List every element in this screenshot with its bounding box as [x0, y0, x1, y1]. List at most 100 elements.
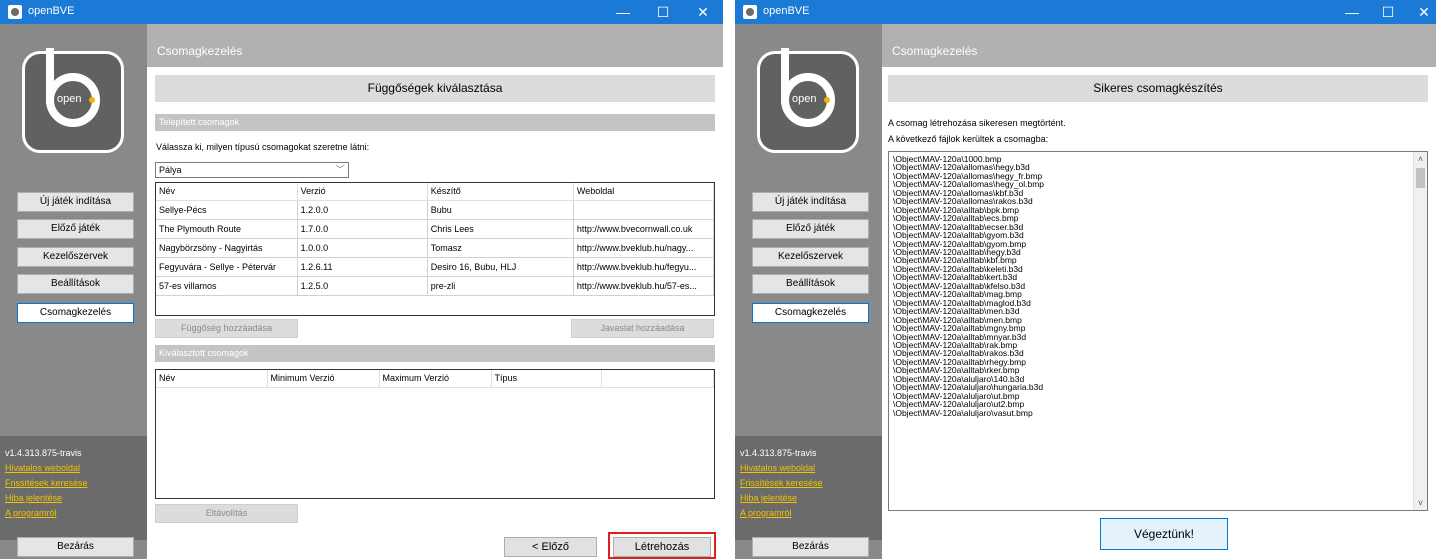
section-title: Függőségek kiválasztása	[155, 75, 715, 102]
table-row[interactable]: Nagybörzsöny - Nagyirtás 1.0.0.0 Tomasz …	[156, 238, 714, 258]
window-title: openBVE	[28, 5, 75, 17]
sidebar: open Új játék indítása Előző játék Kezel…	[0, 24, 147, 559]
header-bar: Csomagkezelés	[147, 24, 723, 67]
col-header-max-version[interactable]: Maximum Verzió	[379, 370, 492, 388]
sidebar-info: v1.4.313.875-travis Hivatalos weboldal F…	[735, 436, 882, 540]
official-website-link[interactable]: Hivatalos weboldal	[5, 463, 80, 473]
success-message: A csomag létrehozása sikeresen megtörtén…	[888, 118, 1066, 128]
logo-dot	[824, 97, 830, 103]
cell-author: Chris Lees	[427, 219, 574, 239]
main-content: Csomagkezelés Sikeres csomagkészítés A c…	[882, 24, 1436, 559]
col-header-name[interactable]: Név	[156, 370, 268, 388]
openbve-logo: open	[757, 48, 859, 153]
col-header-name[interactable]: Név	[156, 183, 298, 201]
remove-button[interactable]: Eltávolítás	[155, 504, 298, 523]
cell-website: http://www.bvecornwall.co.uk	[573, 219, 714, 239]
app-icon	[8, 5, 22, 19]
close-app-button[interactable]: Bezárás	[752, 537, 869, 557]
close-button[interactable]: ✕	[1404, 0, 1436, 24]
files-intro-label: A következő fájlok kerültek a csomagba:	[888, 134, 1049, 144]
previous-button[interactable]: < Előző	[504, 537, 597, 557]
selected-packages-group: Kiválasztott csomagok	[155, 345, 715, 362]
maximize-button[interactable]: ☐	[643, 0, 683, 24]
col-header-version[interactable]: Verzió	[297, 183, 428, 201]
check-updates-link[interactable]: Frissítések keresése	[740, 478, 823, 488]
cell-author: Desiro 16, Bubu, HLJ	[427, 257, 574, 277]
cell-name: Sellye-Pécs	[156, 200, 298, 220]
package-type-prompt: Válassza ki, milyen típusú csomagokat sz…	[156, 142, 370, 152]
package-management-button[interactable]: Csomagkezelés	[752, 303, 869, 323]
maximize-button[interactable]: ☐	[1368, 0, 1408, 24]
cell-website: http://www.bveklub.hu/57-es...	[573, 276, 714, 296]
package-type-value: Pálya	[159, 165, 182, 175]
done-button[interactable]: Végeztünk!	[1100, 518, 1228, 550]
cell-author: Bubu	[427, 200, 574, 220]
title-bar[interactable]: openBVE — ☐ ✕	[0, 0, 723, 24]
packaged-files-list[interactable]: \Object\MAV-120a\1000.bmp \Object\MAV-120…	[888, 151, 1428, 511]
installed-packages-table[interactable]: Név Verzió Készítő Weboldal Sellye-Pécs …	[155, 182, 715, 316]
previous-game-button[interactable]: Előző játék	[752, 219, 869, 239]
file-list-content: \Object\MAV-120a\1000.bmp \Object\MAV-120…	[893, 155, 1044, 418]
logo-dot	[89, 97, 95, 103]
col-header-min-version[interactable]: Minimum Verzió	[267, 370, 380, 388]
window-title: openBVE	[763, 5, 810, 17]
table-row[interactable]: The Plymouth Route 1.7.0.0 Chris Lees ht…	[156, 219, 714, 239]
col-header-type[interactable]: Típus	[491, 370, 602, 388]
selected-packages-table[interactable]: Név Minimum Verzió Maximum Verzió Típus	[155, 369, 715, 499]
cell-version: 1.2.0.0	[297, 200, 428, 220]
cell-name: Fegyuvára - Sellye - Pétervár	[156, 257, 298, 277]
add-recommendation-button[interactable]: Javaslat hozzáadása	[571, 319, 714, 338]
minimize-button[interactable]: —	[1332, 0, 1372, 24]
report-problem-link[interactable]: Hiba jelentése	[740, 493, 797, 503]
about-link[interactable]: A programról	[740, 508, 792, 518]
close-button[interactable]: ✕	[683, 0, 723, 24]
scroll-thumb[interactable]	[1416, 168, 1425, 188]
sidebar: open Új játék indítása Előző játék Kezel…	[735, 24, 882, 559]
options-button[interactable]: Beállítások	[17, 274, 134, 294]
new-game-button[interactable]: Új játék indítása	[752, 192, 869, 212]
controls-button[interactable]: Kezelőszervek	[17, 247, 134, 267]
sidebar-info: v1.4.313.875-travis Hivatalos weboldal F…	[0, 436, 147, 540]
title-bar[interactable]: openBVE — ☐ ✕	[735, 0, 1436, 24]
table-row[interactable]: Sellye-Pécs 1.2.0.0 Bubu	[156, 200, 714, 220]
logo-text: open	[792, 93, 817, 105]
file-list-item[interactable]: \Object\MAV-120a\aluljaro\vasut.bmp	[893, 408, 1044, 417]
col-header-website[interactable]: Weboldal	[573, 183, 714, 201]
app-icon	[743, 5, 757, 19]
cell-version: 1.2.5.0	[297, 276, 428, 296]
version-label: v1.4.313.875-travis	[5, 448, 82, 458]
scroll-up-icon[interactable]: ˄	[1414, 152, 1427, 166]
cell-version: 1.2.6.11	[297, 257, 428, 277]
previous-game-button[interactable]: Előző játék	[17, 219, 134, 239]
page-title: Csomagkezelés	[892, 44, 978, 58]
check-updates-link[interactable]: Frissítések keresése	[5, 478, 88, 488]
page-title: Csomagkezelés	[157, 44, 243, 58]
col-header-empty	[601, 370, 714, 388]
scrollbar[interactable]: ˄ ˅	[1413, 152, 1427, 510]
cell-name: The Plymouth Route	[156, 219, 298, 239]
openbve-logo: open	[22, 48, 124, 153]
package-management-button[interactable]: Csomagkezelés	[17, 303, 134, 323]
cell-version: 1.7.0.0	[297, 219, 428, 239]
main-content: Csomagkezelés Függőségek kiválasztása Te…	[147, 24, 723, 559]
table-row[interactable]: 57-es villamos 1.2.5.0 pre-zli http://ww…	[156, 276, 714, 296]
new-game-button[interactable]: Új játék indítása	[17, 192, 134, 212]
cell-website: http://www.bveklub.hu/nagy...	[573, 238, 714, 258]
chevron-down-icon: ﹀	[336, 165, 344, 174]
report-problem-link[interactable]: Hiba jelentése	[5, 493, 62, 503]
close-app-button[interactable]: Bezárás	[17, 537, 134, 557]
table-row[interactable]: Fegyuvára - Sellye - Pétervár 1.2.6.11 D…	[156, 257, 714, 277]
add-dependency-button[interactable]: Függőség hozzáadása	[155, 319, 298, 338]
controls-button[interactable]: Kezelőszervek	[752, 247, 869, 267]
minimize-button[interactable]: —	[603, 0, 643, 24]
cell-name: 57-es villamos	[156, 276, 298, 296]
cell-version: 1.0.0.0	[297, 238, 428, 258]
cell-website: http://www.bveklub.hu/fegyu...	[573, 257, 714, 277]
scroll-down-icon[interactable]: ˅	[1414, 496, 1427, 510]
cell-website	[573, 200, 714, 220]
package-type-select[interactable]: Pálya ﹀	[155, 162, 349, 178]
options-button[interactable]: Beállítások	[752, 274, 869, 294]
official-website-link[interactable]: Hivatalos weboldal	[740, 463, 815, 473]
col-header-author[interactable]: Készítő	[427, 183, 574, 201]
about-link[interactable]: A programról	[5, 508, 57, 518]
